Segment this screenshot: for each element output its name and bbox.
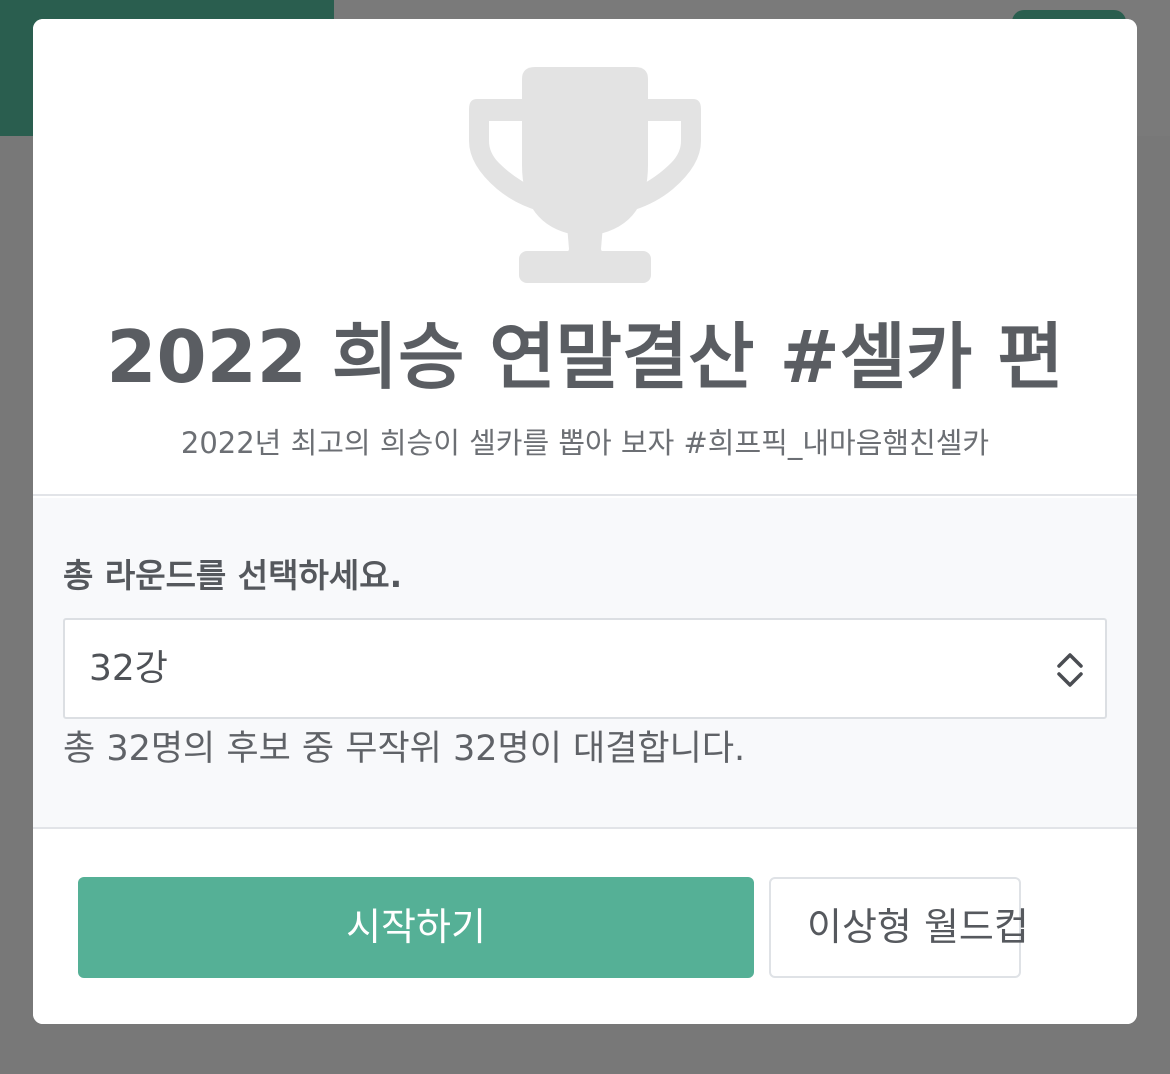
round-select-label: 총 라운드를 선택하세요. xyxy=(63,556,403,595)
modal-header: 2022 희승 연말결산 #셀카 편 2022년 최고의 희승이 셀카를 뽑아 … xyxy=(33,19,1137,496)
round-select[interactable]: 32강 xyxy=(63,618,1107,719)
modal-footer: 시작하기 이상형 월드컵 xyxy=(33,831,1137,1024)
start-button[interactable]: 시작하기 xyxy=(78,877,754,978)
round-description: 총 32명의 후보 중 무작위 32명이 대결합니다. xyxy=(63,729,746,769)
modal-title: 2022 희승 연말결산 #셀카 편 xyxy=(106,315,1064,399)
worldcup-button[interactable]: 이상형 월드컵 xyxy=(769,877,1029,978)
trophy-icon xyxy=(469,67,701,283)
start-game-modal: 2022 희승 연말결산 #셀카 편 2022년 최고의 희승이 셀카를 뽑아 … xyxy=(33,19,1137,1024)
round-select-value: 32강 xyxy=(89,648,168,689)
chevron-up-down-icon xyxy=(1057,653,1083,687)
modal-body: 총 라운드를 선택하세요. 32강 총 32명의 후보 중 무작위 32명이 대… xyxy=(33,498,1137,829)
modal-subtitle: 2022년 최고의 희승이 셀카를 뽑아 보자 #희프픽_내마음햄친셀카 xyxy=(180,426,990,460)
